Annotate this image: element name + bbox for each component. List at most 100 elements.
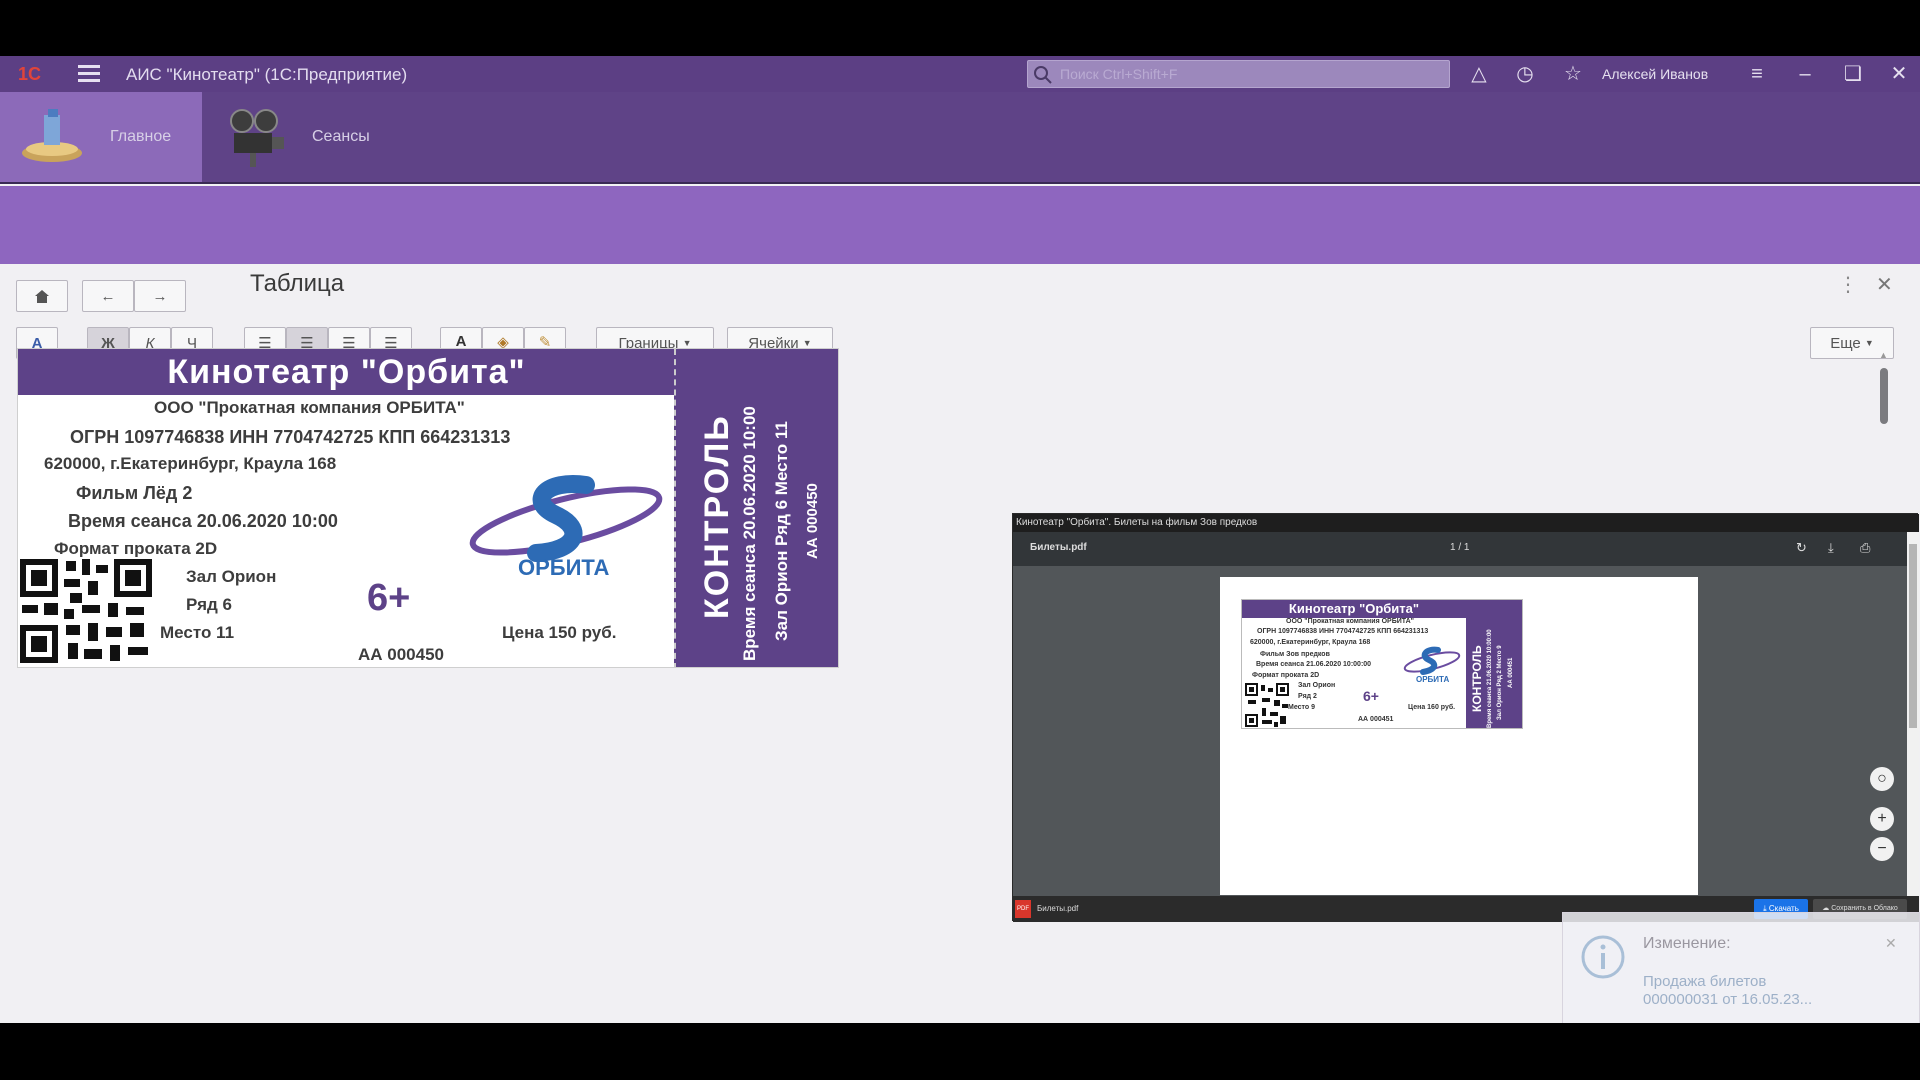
ticket-spreadsheet: Кинотеатр "Орбита" ООО "Прокатная компан… (17, 348, 839, 668)
app-title: АИС "Кинотеатр" (1С:Предприятие) (126, 65, 408, 84)
pdf-ticket-header: Кинотеатр "Орбита" (1242, 600, 1466, 618)
viewer-window-title: Кинотеатр "Орбита". Билеты на фильм Зов … (1013, 514, 1919, 532)
stub-session: Время сеанса 20.06.2020 10:00 (740, 406, 759, 661)
pdf-ticket-price: Цена 160 руб. (1408, 704, 1456, 711)
pdf-stub-session: Время сеанса 21.06.2020 10:00:00 (1487, 629, 1493, 728)
minus-icon: − (1877, 840, 1887, 857)
history-icon[interactable]: ◷ (1512, 62, 1538, 86)
minimize-icon[interactable]: – (1792, 62, 1818, 86)
vertical-scroll-thumb[interactable] (1880, 368, 1888, 424)
ticket-ids: ОГРН 1097746838 ИНН 7704742725 КПП 66423… (70, 427, 511, 447)
change-notification[interactable]: Изменение: Продажа билетов 000000031 от … (1562, 912, 1920, 1023)
pdf-orbita-logo-text: ОРБИТА (1416, 675, 1449, 684)
section-sessions-label: Сеансы (312, 128, 370, 145)
pdf-ticket-film: Фильм Зов предков (1260, 651, 1330, 658)
pdf-ticket-address: 620000, г.Екатеринбург, Краула 168 (1250, 639, 1371, 646)
qr-code-icon (18, 557, 158, 665)
pdf-viewer-window: Кинотеатр "Орбита". Билеты на фильм Зов … (1012, 513, 1919, 922)
viewer-vertical-scrollbar[interactable] (1907, 532, 1919, 896)
film-camera-icon (230, 109, 284, 167)
notification-document[interactable]: 000000031 от 16.05.23... (1643, 991, 1812, 1008)
search-input[interactable]: Поиск Ctrl+Shift+F (1027, 60, 1450, 88)
pdf-ticket-number: АА 000451 (1358, 716, 1394, 723)
ticket-format: Формат проката 2D (54, 539, 218, 558)
stub-control-title: КОНТРОЛЬ (698, 414, 736, 619)
arrow-right-icon: → (152, 287, 168, 305)
1c-logo-icon[interactable]: 1С (18, 64, 58, 84)
settings-menu-icon[interactable]: ≡ (1744, 62, 1770, 86)
section-sessions[interactable]: Сеансы (202, 92, 402, 182)
open-windows-bar (0, 186, 1920, 264)
home-button[interactable] (16, 280, 68, 312)
notification-title: Изменение: (1643, 935, 1731, 952)
pdf-ticket-age: 6+ (1363, 688, 1379, 704)
section-main-label: Главное (110, 128, 172, 145)
stub-place: Зал Орион Ряд 6 Место 11 (772, 421, 791, 641)
zoom-in-button[interactable]: + (1870, 807, 1894, 831)
notification-link[interactable]: Продажа билетов (1643, 973, 1766, 990)
pdf-ticket-stub: КОНТРОЛЬ Время сеанса 21.06.2020 10:00:0… (1466, 600, 1522, 728)
close-window-icon[interactable]: ✕ (1886, 62, 1912, 86)
home-icon (35, 290, 49, 303)
viewer-scroll-thumb[interactable] (1909, 544, 1917, 728)
close-form-icon[interactable]: ✕ (1876, 272, 1893, 297)
orbita-logo-text: ОРБИТА (518, 555, 609, 580)
viewer-page-counter: 1 / 1 (1450, 542, 1470, 553)
more-actions-icon[interactable]: ⋮ (1838, 272, 1858, 297)
orbita-logo-icon: ОРБИТА (469, 475, 663, 580)
close-notification-icon[interactable]: ✕ (1885, 935, 1897, 952)
pdf-ticket-ids: ОГРН 1097746838 ИНН 7704742725 КПП 66423… (1257, 628, 1429, 635)
ticket-number: АА 000450 (358, 645, 445, 664)
zoom-out-button[interactable]: − (1870, 837, 1894, 861)
sections-panel: Главное Сеансы (0, 92, 1920, 184)
form-title: Таблица (250, 270, 345, 297)
pdf-stub-place: Зал Орион Ряд 2 Место 9 (1497, 645, 1503, 720)
ticket-hall: Зал Орион (186, 567, 277, 586)
cloud-icon: ☁ (1822, 905, 1830, 912)
title-bar: 1С АИС "Кинотеатр" (1С:Предприятие) Поис… (0, 56, 1920, 92)
user-name[interactable]: Алексей Иванов (1602, 66, 1708, 82)
viewer-filename: Билеты.pdf (1030, 542, 1087, 553)
section-main[interactable]: Главное (0, 92, 202, 182)
rotate-icon[interactable]: ↻ (1796, 540, 1807, 556)
notifications-icon[interactable]: △ (1466, 62, 1492, 86)
chevron-down-icon: ▼ (682, 338, 692, 348)
pdf-stub-title: КОНТРОЛЬ (1470, 645, 1484, 712)
pdf-orbita-logo-icon: ОРБИТА (1403, 646, 1461, 684)
favorites-star-icon[interactable]: ☆ (1560, 62, 1586, 86)
ticket-price: Цена 150 руб. (502, 623, 617, 642)
arrow-left-icon: ← (100, 287, 116, 305)
pdf-ticket-seat: Место 9 (1288, 704, 1315, 711)
ticket-address: 620000, г.Екатеринбург, Краула 168 (44, 454, 337, 473)
ticket-header: Кинотеатр "Орбита" (18, 349, 675, 395)
chevron-down-icon: ▼ (802, 338, 812, 348)
bottom-filename: Билеты.pdf (1037, 904, 1079, 913)
ticket-row: Ряд 6 (186, 595, 233, 614)
restore-icon[interactable]: ❏ (1840, 62, 1866, 86)
ticket-seat: Место 11 (160, 623, 235, 642)
ticket-age-rating: 6+ (367, 577, 411, 619)
pdf-ticket-company: ООО "Прокатная компания ОРБИТА" (1286, 618, 1414, 625)
pdf-ticket-session: Время сеанса 21.06.2020 10:00:00 (1256, 661, 1372, 668)
forward-button[interactable]: → (134, 280, 186, 312)
app-window: 1С АИС "Кинотеатр" (1С:Предприятие) Поис… (0, 56, 1920, 1023)
download-icon[interactable]: ⤓ (1828, 540, 1834, 556)
pdf-ticket-hall: Зал Орион (1298, 682, 1336, 689)
search-icon (1034, 66, 1052, 84)
viewer-toolbar: Билеты.pdf 1 / 1 ↻ ⤓ ⎙ (1013, 532, 1907, 566)
stub-number: АА 000450 (804, 483, 821, 559)
fit-page-button[interactable]: ○ (1870, 767, 1894, 791)
ticket-stub: КОНТРОЛЬ Время сеанса 20.06.2020 10:00 З… (674, 349, 838, 667)
pdf-stub-number: АА 000451 (1508, 657, 1514, 688)
fit-page-icon: ○ (1877, 770, 1887, 787)
pdf-page: Кинотеатр "Орбита" ООО "Прокатная компан… (1220, 577, 1698, 895)
ticket-session: Время сеанса 20.06.2020 10:00 (68, 511, 338, 531)
print-icon[interactable]: ⎙ (1860, 540, 1870, 556)
pdf-ticket-row: Ряд 2 (1298, 693, 1317, 700)
main-menu-icon[interactable] (78, 65, 100, 83)
plus-icon: + (1877, 810, 1887, 827)
back-button[interactable]: ← (82, 280, 134, 312)
pdf-file-icon: PDF (1015, 900, 1031, 918)
home-section-icon (22, 109, 82, 162)
more-label: Еще (1830, 334, 1861, 352)
